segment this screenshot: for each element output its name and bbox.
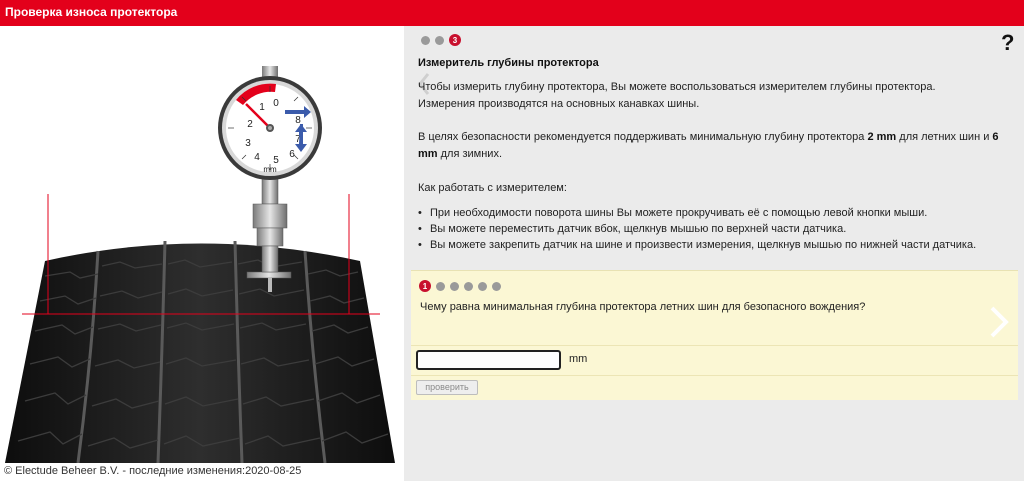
divider <box>411 345 1018 346</box>
dial-number: 4 <box>254 152 260 163</box>
list-item: Вы можете переместить датчик вбок, щелкн… <box>418 221 976 237</box>
question-dot[interactable] <box>464 281 473 291</box>
instructions-list: При необходимости поворота шины Вы может… <box>418 205 976 253</box>
title-bar: Проверка износа протектора <box>0 0 1024 24</box>
page-title: Проверка износа протектора <box>5 5 178 19</box>
answer-unit: mm <box>569 353 588 365</box>
pager-dot-current[interactable]: 3 <box>449 34 461 46</box>
list-item: При необходимости поворота шины Вы может… <box>418 205 976 221</box>
gauge-dial[interactable]: 0 1 2 3 4 5 6 7 8 mm <box>218 66 322 180</box>
question-dot[interactable] <box>450 281 459 291</box>
tire-gauge-illustration[interactable]: 0 1 2 3 4 5 6 7 8 mm <box>0 26 404 463</box>
copyright-footer: © Electude Beheer B.V. - последние измен… <box>4 465 302 477</box>
winter-depth: 6 <box>992 131 999 143</box>
question-pager: 1 <box>419 280 501 292</box>
check-button[interactable]: проверить <box>416 380 478 395</box>
summer-depth: 2 mm <box>867 131 897 143</box>
next-arrow-icon[interactable] <box>988 305 1010 339</box>
gauge-probe[interactable] <box>246 173 292 292</box>
answer-input[interactable] <box>416 350 561 370</box>
intro-line: Измерения производятся на основных канав… <box>418 98 700 110</box>
dial-number: 2 <box>247 119 253 130</box>
question-dot-current[interactable]: 1 <box>419 280 431 292</box>
dial-number: 1 <box>259 102 265 113</box>
question-dot[interactable] <box>478 281 487 291</box>
question-dot[interactable] <box>492 281 501 291</box>
section-title: Измеритель глубины протектора <box>418 57 599 69</box>
quiz-box: 1 Чему равна минимальная глубина протект… <box>411 270 1018 400</box>
howto-heading: Как работать с измерителем: <box>418 182 567 194</box>
question-text: Чему равна минимальная глубина протектор… <box>420 301 866 313</box>
dial-number: 3 <box>245 138 251 149</box>
dial-number: 0 <box>273 98 279 109</box>
intro-paragraph: Чтобы измерить глубину протектора, Вы мо… <box>418 79 936 113</box>
tire[interactable] <box>5 240 395 463</box>
dial-unit: mm <box>263 165 277 174</box>
section-pager: 3 <box>421 34 461 46</box>
question-dot[interactable] <box>436 281 445 291</box>
winter-depth-unit: mm <box>418 148 438 160</box>
safety-paragraph: В целях безопасности рекомендуется подде… <box>418 131 999 160</box>
list-item: Вы можете закрепить датчик на шине и про… <box>418 237 976 253</box>
divider <box>411 375 1018 376</box>
pager-dot[interactable] <box>435 35 444 45</box>
pager-dot[interactable] <box>421 35 430 45</box>
help-button[interactable]: ? <box>1001 30 1014 56</box>
dial-number: 6 <box>289 149 295 160</box>
intro-line: Чтобы измерить глубину протектора, Вы мо… <box>418 81 936 93</box>
